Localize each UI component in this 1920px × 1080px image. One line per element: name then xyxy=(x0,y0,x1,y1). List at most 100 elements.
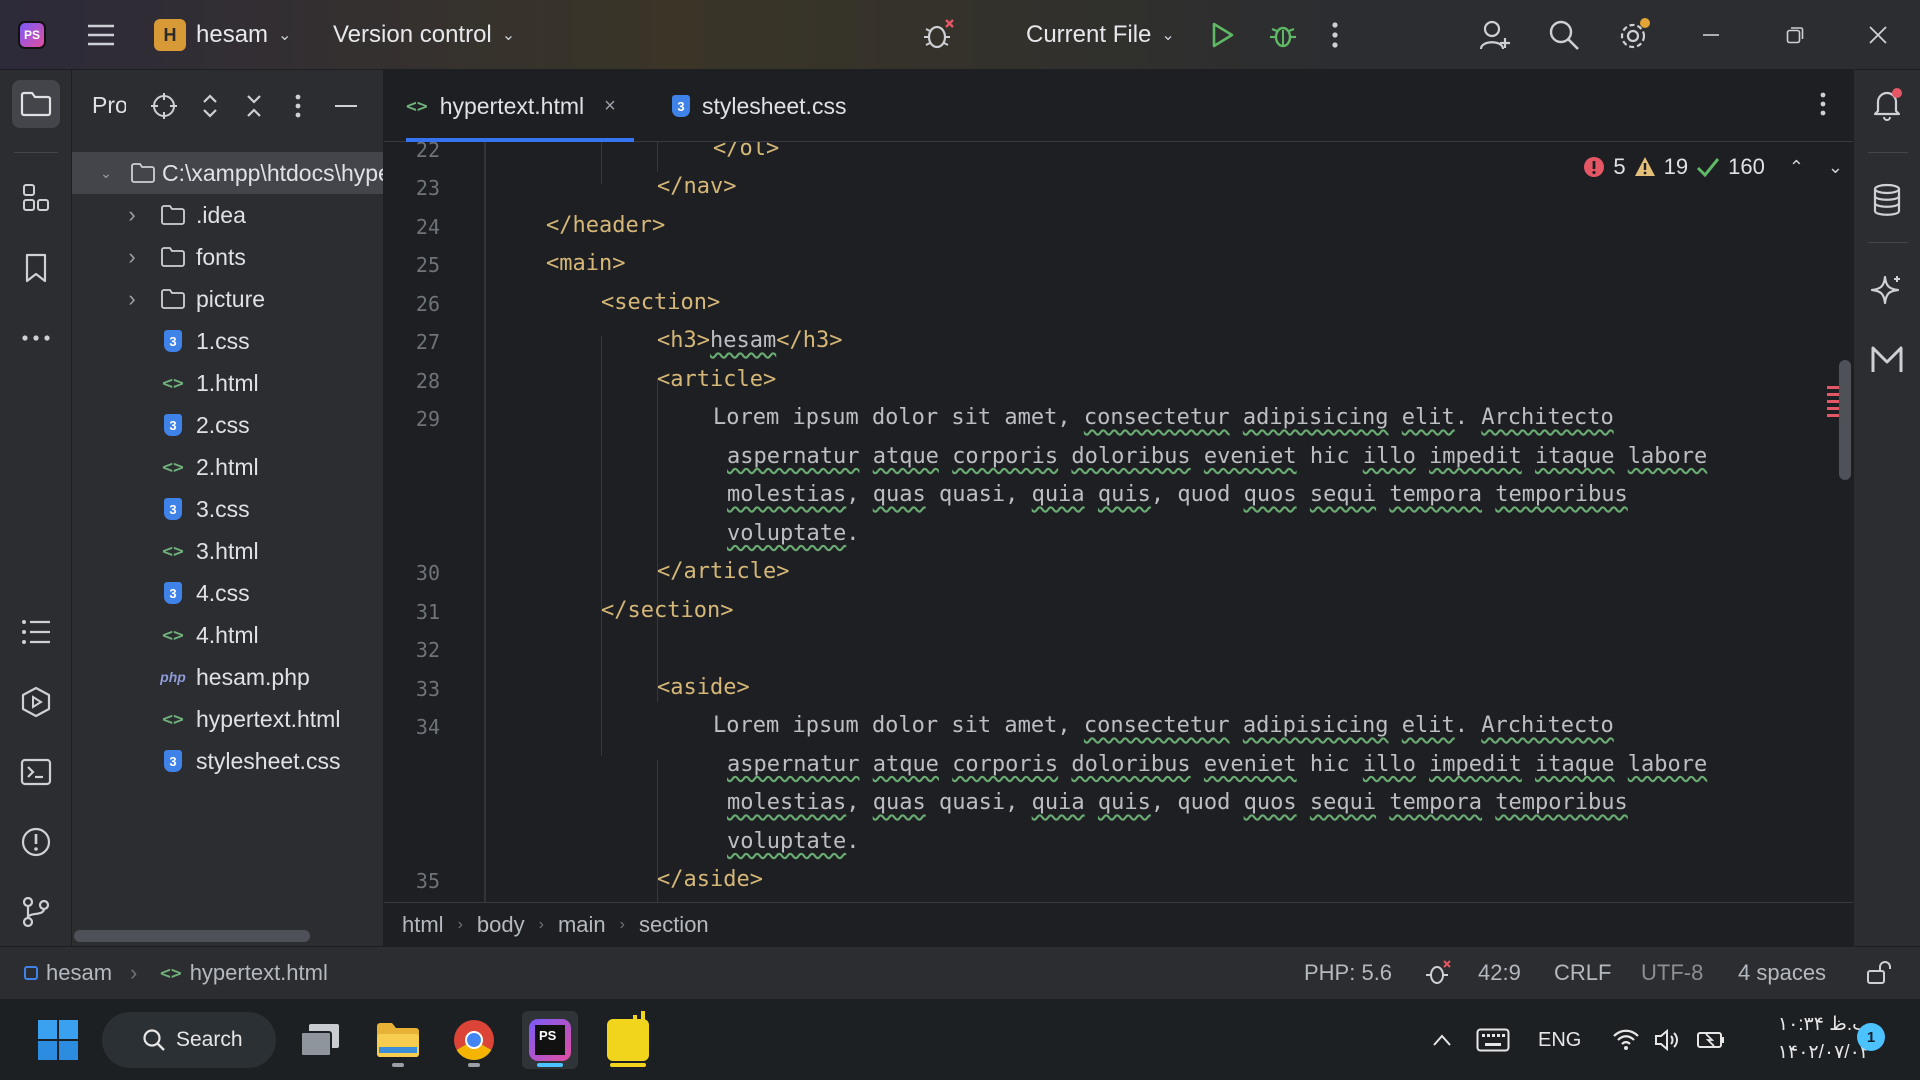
search-icon xyxy=(1549,20,1579,50)
file-encoding[interactable]: UTF-8 xyxy=(1641,947,1703,999)
locate-file-button[interactable] xyxy=(146,88,182,124)
quick-settings-button[interactable] xyxy=(1612,999,1726,1080)
tree-item[interactable]: 3 stylesheet.css xyxy=(72,740,383,782)
run-button[interactable] xyxy=(1208,0,1236,70)
app-logo[interactable]: PS xyxy=(18,0,52,70)
tree-item[interactable]: <> hypertext.html xyxy=(72,698,383,740)
start-button[interactable] xyxy=(30,1011,86,1069)
chevron-right-icon[interactable]: › xyxy=(122,244,142,270)
tree-item[interactable]: › fonts xyxy=(72,236,383,278)
ai-assistant-button[interactable] xyxy=(1863,266,1911,314)
player-button[interactable] xyxy=(600,1011,656,1069)
structure-tool-button[interactable] xyxy=(12,174,60,222)
tab-hypertext-html[interactable]: <> hypertext.html × xyxy=(406,70,634,142)
bookmarks-tool-button[interactable] xyxy=(12,244,60,292)
git-tool-button[interactable] xyxy=(12,888,60,936)
breadcrumb-item[interactable]: html xyxy=(402,912,444,938)
more-tools-button[interactable] xyxy=(12,314,60,362)
search-everywhere-button[interactable] xyxy=(1548,0,1580,70)
markdown-tool-button[interactable] xyxy=(1863,336,1911,384)
chevron-right-icon[interactable]: › xyxy=(122,202,142,228)
indent-guide xyxy=(484,142,486,902)
php-level[interactable]: PHP: 5.6 xyxy=(1304,947,1392,999)
tree-item[interactable]: 3 2.css xyxy=(72,404,383,446)
panel-options-button[interactable] xyxy=(280,88,316,124)
tree-item[interactable]: 3 4.css xyxy=(72,572,383,614)
breadcrumb-item[interactable]: body xyxy=(477,912,525,938)
previous-problem-icon[interactable]: ⌃ xyxy=(1789,157,1804,178)
debug-off-button[interactable] xyxy=(920,0,956,70)
task-view-button[interactable] xyxy=(292,1011,348,1069)
taskbar-search[interactable]: Search xyxy=(102,1012,276,1068)
hide-panel-button[interactable] xyxy=(328,88,364,124)
chrome-button[interactable] xyxy=(446,1011,502,1069)
status-project[interactable]: hesam xyxy=(24,947,112,999)
bookmark-icon xyxy=(25,253,47,283)
more-vertical-icon xyxy=(1332,22,1338,48)
debug-status[interactable] xyxy=(1424,947,1452,999)
chevron-right-icon[interactable]: › xyxy=(122,286,142,312)
chevron-down-icon[interactable]: ⌄ xyxy=(96,165,116,182)
vertical-scrollbar[interactable] xyxy=(1839,360,1851,480)
project-switcher[interactable]: H hesam ⌄ xyxy=(154,0,291,70)
close-tab-icon[interactable]: × xyxy=(604,95,616,118)
services-tool-button[interactable] xyxy=(12,678,60,726)
terminal-tool-button[interactable] xyxy=(12,748,60,796)
input-language[interactable]: ENG xyxy=(1538,999,1581,1080)
line-separator[interactable]: CRLF xyxy=(1554,947,1611,999)
next-problem-icon[interactable]: ⌄ xyxy=(1828,157,1843,178)
problems-tool-button[interactable] xyxy=(12,818,60,866)
more-vertical-icon xyxy=(1820,92,1826,116)
tree-item[interactable]: <> 4.html xyxy=(72,614,383,656)
caret-position[interactable]: 42:9 xyxy=(1478,947,1521,999)
tree-root-label: C:\xampp\htdocs\hypertext xyxy=(162,159,383,186)
tree-item[interactable]: php hesam.php xyxy=(72,656,383,698)
database-tool-button[interactable] xyxy=(1863,176,1911,224)
touch-keyboard-button[interactable] xyxy=(1476,999,1510,1080)
inspection-widget[interactable]: 5 19 160 ⌃ ⌄ xyxy=(1583,150,1843,184)
tree-item[interactable]: <> 2.html xyxy=(72,446,383,488)
tree-item[interactable]: › .idea xyxy=(72,194,383,236)
more-actions-button[interactable] xyxy=(1330,0,1340,70)
todo-tool-button[interactable] xyxy=(12,608,60,656)
run-configuration-select[interactable]: Current File ⌄ xyxy=(1026,0,1175,70)
expand-all-button[interactable] xyxy=(192,88,228,124)
system-clock[interactable]: ۱۰:۳۴ ب.ظ ۱۴۰۲/۰۷/۰۲ xyxy=(1740,1011,1870,1067)
project-tool-button[interactable] xyxy=(12,80,60,128)
tree-item[interactable]: 3 3.css xyxy=(72,488,383,530)
tree-item-label: 1.css xyxy=(196,327,250,354)
editor: <> hypertext.html × 3 stylesheet.css 22 … xyxy=(384,70,1853,946)
tab-options-button[interactable] xyxy=(1819,92,1827,121)
status-file[interactable]: <> hypertext.html xyxy=(160,947,328,999)
clock-time: ۱۰:۳۴ ب.ظ xyxy=(1777,1014,1870,1035)
notifications-button[interactable] xyxy=(1863,80,1911,128)
file-explorer-button[interactable] xyxy=(370,1011,426,1069)
minimize-button[interactable] xyxy=(1702,0,1720,70)
close-button[interactable] xyxy=(1868,0,1888,70)
main-menu-button[interactable] xyxy=(86,0,116,70)
phpstorm-taskbar-button[interactable]: PS xyxy=(522,1011,578,1069)
indent-setting[interactable]: 4 spaces xyxy=(1738,947,1826,999)
vcs-menu[interactable]: Version control ⌄ xyxy=(333,0,515,70)
line-number: 28 xyxy=(415,369,440,393)
horizontal-scrollbar[interactable] xyxy=(74,930,310,942)
notification-badge[interactable]: 1 xyxy=(1857,1023,1885,1051)
project-panel-title[interactable]: Project xyxy=(92,92,126,119)
tree-item[interactable]: › picture xyxy=(72,278,383,320)
tree-item[interactable]: 3 1.css xyxy=(72,320,383,362)
warning-count: 19 xyxy=(1663,154,1689,179)
breadcrumb-item[interactable]: section xyxy=(639,912,709,938)
debug-button[interactable] xyxy=(1268,0,1298,70)
show-hidden-icons[interactable] xyxy=(1432,999,1452,1080)
code-area[interactable]: </ol> </nav> </header> <main> <section> … xyxy=(484,142,1824,902)
code-with-me-button[interactable] xyxy=(1478,0,1512,70)
tree-item[interactable]: <> 3.html xyxy=(72,530,383,572)
breadcrumb-item[interactable]: main xyxy=(558,912,606,938)
tree-item[interactable]: <> 1.html xyxy=(72,362,383,404)
tree-root[interactable]: ⌄ C:\xampp\htdocs\hypertext xyxy=(72,152,383,194)
collapse-all-button[interactable] xyxy=(236,88,272,124)
settings-button[interactable] xyxy=(1616,0,1652,70)
restore-button[interactable] xyxy=(1786,0,1804,70)
readonly-toggle[interactable] xyxy=(1866,947,1892,999)
tab-stylesheet-css[interactable]: 3 stylesheet.css xyxy=(672,70,846,142)
